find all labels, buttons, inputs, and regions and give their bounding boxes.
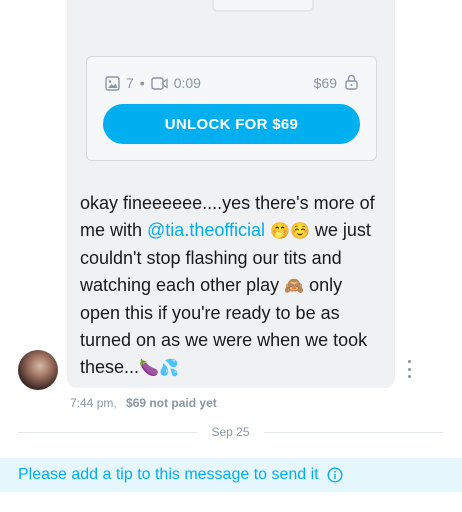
separator-dot: •: [139, 75, 145, 91]
message-meta: 7:44 pm, $69 not paid yet: [70, 396, 217, 410]
media-info: 7 • 0:09: [105, 74, 201, 92]
message-text: okay fineeeeee....yes there's more of me…: [80, 190, 380, 382]
sweat-droplets-emoji: 💦: [158, 360, 179, 377]
eggplant-emoji: 🍆: [139, 360, 159, 377]
date-label: Sep 25: [211, 425, 250, 439]
info-icon[interactable]: [327, 467, 343, 483]
hand-over-mouth-emoji: 🤭: [270, 223, 290, 240]
see-no-evil-monkey-emoji: 🙈: [284, 278, 305, 295]
divider-right: [263, 431, 444, 433]
avatar[interactable]: [18, 350, 58, 390]
lock-icon: [345, 74, 358, 93]
price-tag: $69: [314, 74, 358, 92]
locked-media-card: 7 • 0:09 $69 UNLOCK FOR $69: [86, 56, 377, 161]
divider-left: [18, 431, 198, 433]
message-time: 7:44 pm,: [70, 396, 117, 410]
tip-prompt-text: Please add a tip to this message to send…: [18, 466, 319, 483]
photo-count: 7: [126, 75, 134, 91]
payment-status: $69 not paid yet: [126, 396, 217, 410]
smiling-emoji: ☺️: [289, 223, 310, 240]
video-duration: 0:09: [173, 75, 201, 91]
mention-link[interactable]: @tia.theofficial: [147, 220, 265, 240]
image-icon: [105, 75, 120, 91]
unlock-button[interactable]: UNLOCK FOR $69: [103, 104, 360, 144]
tip-prompt-bar[interactable]: Please add a tip to this message to send…: [0, 458, 462, 492]
more-vertical-icon[interactable]: [404, 360, 414, 378]
media-preview-edge: [212, 0, 314, 12]
price-value: $69: [313, 75, 337, 91]
date-separator: Sep 25: [18, 424, 444, 440]
video-icon: [151, 76, 168, 90]
